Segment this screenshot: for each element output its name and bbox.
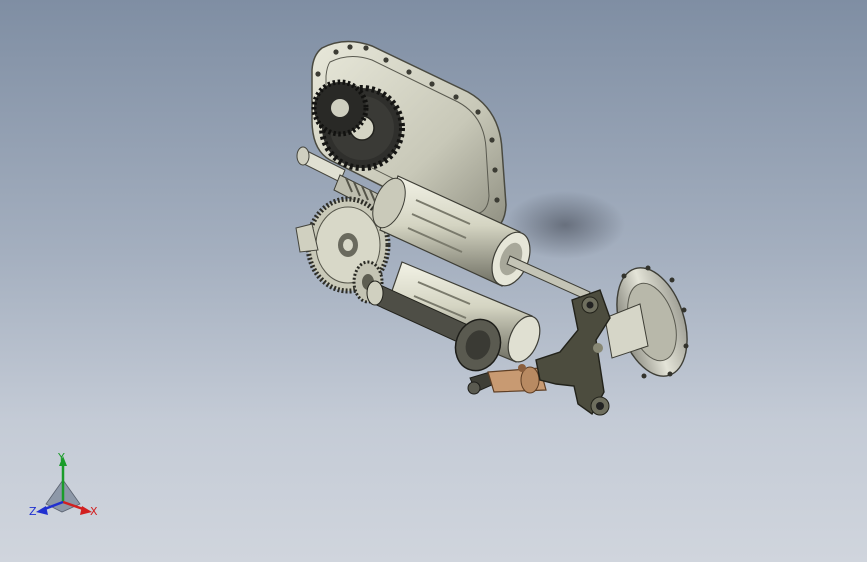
end-flange[interactable]	[604, 259, 699, 385]
cad-viewport[interactable]: Y X Z	[0, 0, 867, 562]
rocker-bracket[interactable]	[535, 289, 611, 416]
x-axis-label: X	[90, 505, 98, 518]
z-axis-label: Z	[29, 505, 37, 518]
y-axis-label: Y	[58, 451, 65, 464]
z-axis-arrow-icon	[36, 506, 48, 515]
mechanism-assembly-model[interactable]	[0, 0, 867, 562]
axis-triad[interactable]: Y X Z	[0, 440, 120, 550]
